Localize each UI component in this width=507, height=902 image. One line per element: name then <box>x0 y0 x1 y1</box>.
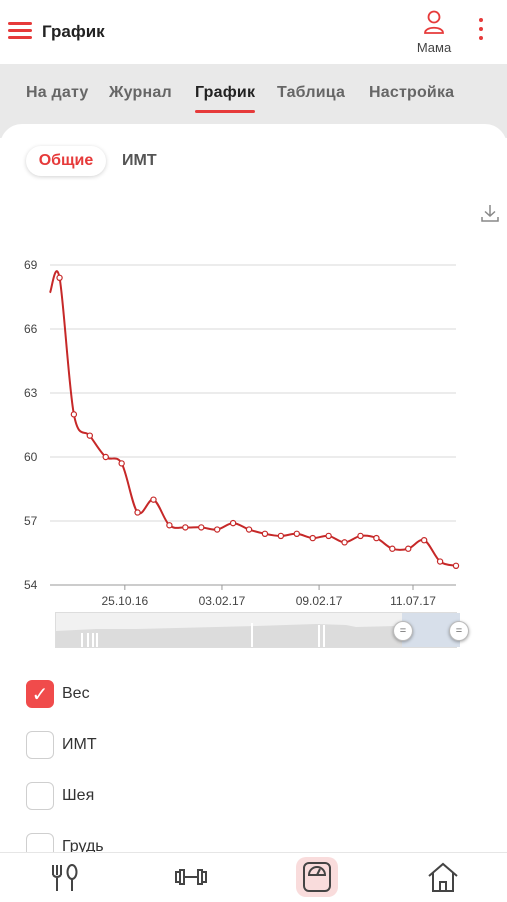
data-point[interactable] <box>86 432 94 439</box>
y-tick-label: 57 <box>24 514 38 528</box>
checkbox-weight[interactable]: ✓ Вес <box>26 680 266 710</box>
y-tick-label: 69 <box>24 258 38 272</box>
data-point[interactable] <box>405 545 412 552</box>
nav-nutrition[interactable] <box>44 857 86 897</box>
subtab-general[interactable]: Общие <box>26 146 106 176</box>
checkbox-label: ИМТ <box>62 736 97 753</box>
data-point[interactable] <box>56 274 63 282</box>
more-options-icon[interactable] <box>474 18 488 46</box>
data-point[interactable] <box>309 534 316 542</box>
x-tick-label: 25.10.16 <box>101 594 148 608</box>
x-axis-ticks: 25.10.16 03.02.17 09.02.17 11.07.17 <box>101 585 436 608</box>
chart-grid <box>50 264 456 586</box>
checkbox-checked-icon[interactable]: ✓ <box>26 680 54 708</box>
nav-home[interactable] <box>422 857 464 897</box>
weight-series-line <box>49 270 457 567</box>
data-point[interactable] <box>70 411 78 418</box>
checkbox-box[interactable] <box>26 782 54 810</box>
tab-settings[interactable]: Настройка <box>369 84 454 102</box>
navigator-right-handle[interactable]: = <box>449 621 469 641</box>
data-point[interactable] <box>134 509 141 516</box>
checkbox-neck[interactable]: Шея <box>26 782 266 812</box>
y-tick-label: 63 <box>24 386 38 400</box>
data-point[interactable] <box>229 519 237 527</box>
y-tick-label: 66 <box>24 322 38 336</box>
data-point[interactable] <box>420 537 428 544</box>
data-point[interactable] <box>166 522 173 529</box>
profile-name: Мама <box>416 40 452 55</box>
data-point[interactable] <box>245 526 253 533</box>
home-icon <box>428 862 458 892</box>
data-point[interactable] <box>261 530 269 537</box>
data-point[interactable] <box>182 524 189 531</box>
data-point[interactable] <box>198 524 205 531</box>
subtab-bmi[interactable]: ИМТ <box>122 146 157 176</box>
data-point[interactable] <box>357 532 364 540</box>
y-axis-ticks: 54 57 60 63 66 69 <box>24 258 38 592</box>
scale-icon <box>303 862 331 892</box>
weight-line-chart: 54 57 60 63 66 69 25.10.16 03.02.17 09.02.17 11.… <box>24 258 460 608</box>
data-point[interactable] <box>277 532 285 540</box>
bottom-navigation <box>0 852 507 901</box>
user-icon <box>424 10 444 34</box>
tab-table[interactable]: Таблица <box>277 84 345 102</box>
x-tick-label: 09.02.17 <box>296 594 343 608</box>
data-point[interactable] <box>373 534 380 542</box>
data-point[interactable] <box>436 558 444 565</box>
navigator-left-handle[interactable]: = <box>393 621 413 641</box>
app-bar: График Мама <box>0 0 507 64</box>
data-point[interactable] <box>150 496 157 503</box>
nav-training[interactable] <box>170 857 212 897</box>
data-point[interactable] <box>389 545 396 552</box>
y-tick-label: 54 <box>24 578 38 592</box>
nav-weight[interactable] <box>296 857 338 897</box>
data-point[interactable] <box>213 526 221 533</box>
x-tick-label: 03.02.17 <box>199 594 246 608</box>
data-point[interactable] <box>118 460 125 467</box>
data-point[interactable] <box>341 539 348 546</box>
data-point[interactable] <box>325 532 332 540</box>
fork-spoon-icon <box>52 864 78 891</box>
data-point[interactable] <box>293 530 300 537</box>
tab-on-date[interactable]: На дату <box>26 84 89 102</box>
data-point[interactable] <box>102 453 109 461</box>
x-tick-label: 11.07.17 <box>390 594 436 608</box>
download-icon[interactable] <box>480 203 500 223</box>
menu-icon[interactable] <box>8 22 32 40</box>
page-title: График <box>42 22 105 41</box>
checkbox-label: Шея <box>62 787 95 804</box>
dumbbell-icon <box>175 869 207 885</box>
checkbox-box[interactable] <box>26 731 54 759</box>
checkbox-label: Вес <box>62 685 90 702</box>
profile-button[interactable]: Мама <box>410 10 458 55</box>
data-point[interactable] <box>452 562 460 569</box>
chart-range-navigator[interactable]: = = <box>55 612 469 648</box>
chart-series <box>49 270 460 569</box>
y-tick-label: 60 <box>24 450 38 464</box>
tab-chart[interactable]: График <box>195 84 256 113</box>
tab-journal[interactable]: Журнал <box>109 84 172 102</box>
checkbox-bmi[interactable]: ИМТ <box>26 731 266 761</box>
